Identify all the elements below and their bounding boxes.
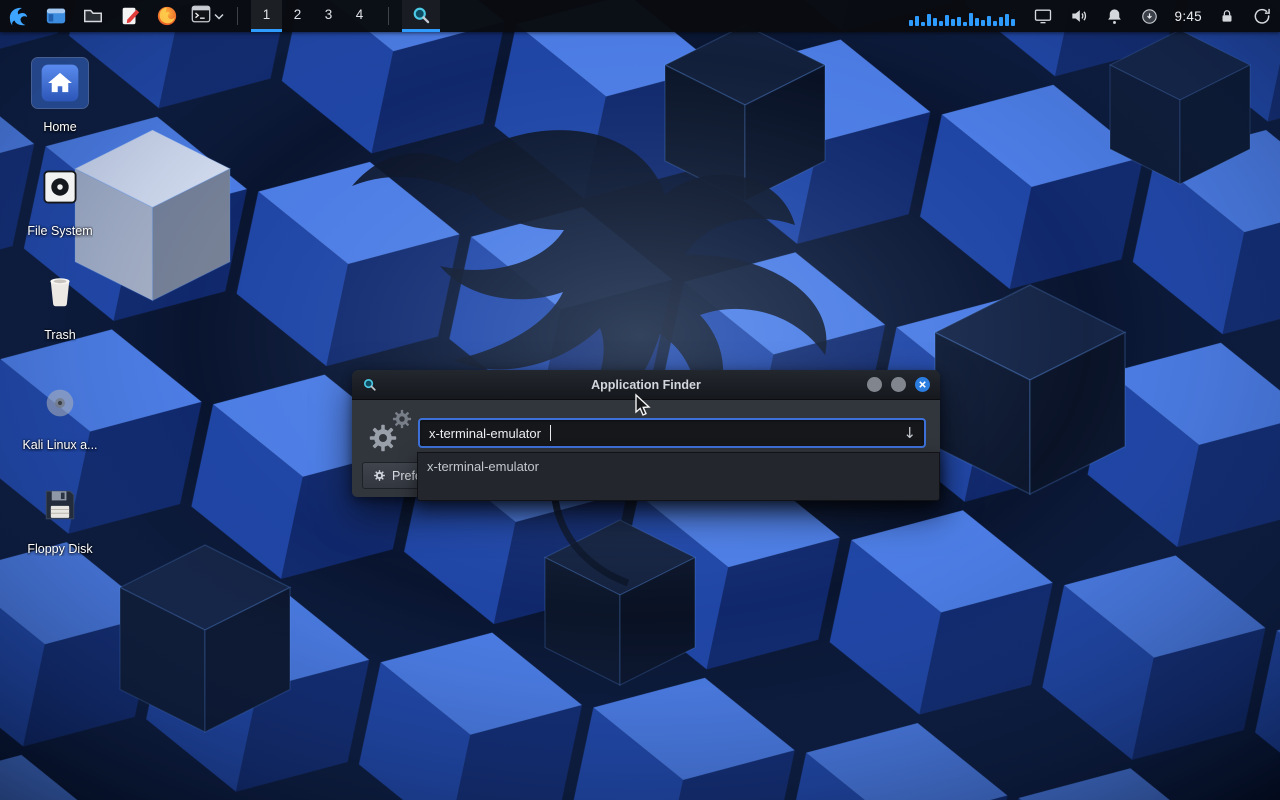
workspace-2[interactable]: 2	[282, 0, 313, 32]
desktop-icon-trash[interactable]: Trash	[12, 266, 108, 342]
terminal-icon	[190, 3, 212, 30]
terminal-launcher[interactable]	[190, 3, 224, 30]
gear-icon	[373, 469, 386, 482]
taskbar-application-finder[interactable]	[402, 0, 440, 32]
disc-icon	[34, 380, 86, 426]
dropdown-item[interactable]: x-terminal-emulator	[418, 453, 939, 480]
app-finder-icon	[411, 5, 431, 25]
file-system-icon	[32, 162, 88, 212]
app-finder-gears-icon	[367, 408, 415, 454]
maximize-button[interactable]	[891, 377, 906, 392]
firefox-icon[interactable]	[153, 2, 181, 30]
floppy-icon	[32, 480, 88, 530]
desktop-icon-label: Kali Linux a...	[22, 438, 97, 452]
search-input[interactable]: x-terminal-emulator ↓	[418, 418, 926, 448]
volume-icon[interactable]	[1069, 6, 1089, 26]
window-app-finder-icon	[362, 377, 377, 397]
display-icon[interactable]	[1033, 6, 1053, 26]
search-input-value: x-terminal-emulator	[429, 426, 541, 441]
panel-separator	[237, 7, 238, 25]
workspace-3[interactable]: 3	[313, 0, 344, 32]
folder-icon[interactable]	[79, 2, 107, 30]
chevron-down-icon[interactable]	[214, 7, 224, 25]
panel-separator	[388, 7, 389, 25]
window-titlebar[interactable]: Application Finder	[352, 370, 940, 400]
window-title: Application Finder	[352, 378, 940, 392]
logout-icon[interactable]	[1252, 6, 1272, 26]
close-icon	[918, 380, 927, 389]
notifications-bell-icon[interactable]	[1105, 7, 1124, 26]
clock[interactable]: 9:45	[1175, 9, 1202, 24]
kali-menu-icon[interactable]	[5, 2, 33, 30]
network-monitor-widget[interactable]	[909, 6, 1017, 26]
text-caret	[550, 425, 552, 441]
application-finder-window: Application Finder x-terminal-emulator ↓…	[352, 370, 940, 497]
minimize-button[interactable]	[867, 377, 882, 392]
updates-indicator-icon[interactable]	[1140, 7, 1159, 26]
desktop-icon-label: Home	[43, 120, 76, 134]
desktop-icon-file-system[interactable]: File System	[12, 162, 108, 238]
top-panel: 1 2 3 4 9:45	[0, 0, 1280, 32]
desktop-icon-label: Floppy Disk	[27, 542, 92, 556]
home-icon	[32, 58, 88, 108]
file-manager-icon[interactable]	[42, 2, 70, 30]
combo-arrow-icon[interactable]: ↓	[903, 424, 916, 442]
trash-icon	[32, 266, 88, 316]
workspace-1[interactable]: 1	[251, 0, 282, 32]
desktop-icon-label: File System	[27, 224, 92, 238]
lock-icon[interactable]	[1218, 7, 1236, 25]
desktop-icon-home[interactable]: Home	[12, 58, 108, 134]
workspace-switcher: 1 2 3 4	[251, 0, 375, 32]
completion-dropdown: x-terminal-emulator	[417, 452, 940, 501]
close-button[interactable]	[915, 377, 930, 392]
desktop-icon-label: Trash	[44, 328, 76, 342]
workspace-4[interactable]: 4	[344, 0, 375, 32]
text-editor-icon[interactable]	[116, 2, 144, 30]
desktop-icon-floppy[interactable]: Floppy Disk	[12, 480, 108, 556]
desktop-icon-kali-cd[interactable]: Kali Linux a...	[12, 380, 108, 452]
